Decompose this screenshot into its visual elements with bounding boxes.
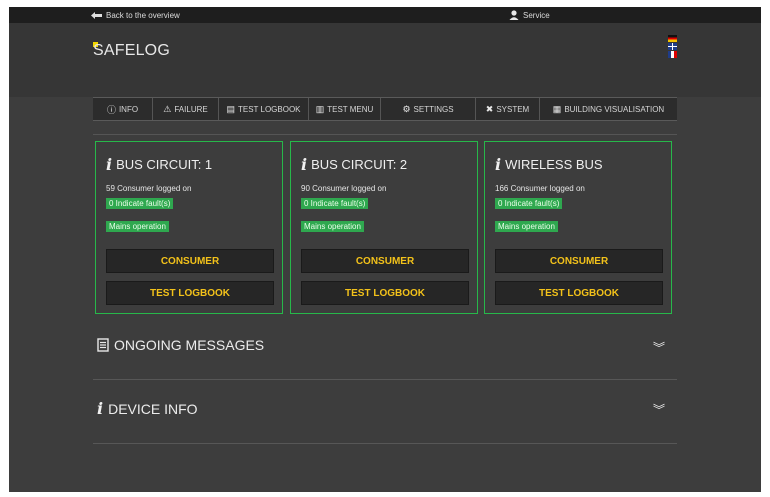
app-window: Back to the overview Service SAFELOG ⓘ I… — [9, 7, 761, 492]
tools-icon: ✖ — [485, 103, 494, 114]
flag-uk-icon[interactable] — [668, 43, 677, 50]
back-to-overview-label: Back to the overview — [106, 10, 180, 20]
consumer-count: 166 Consumer logged on — [495, 184, 585, 193]
building-icon: ▦ — [552, 103, 562, 114]
info-icon: i — [97, 399, 104, 418]
divider — [93, 134, 677, 135]
ongoing-messages-label: ONGOING MESSAGES — [114, 337, 265, 353]
language-selector — [668, 35, 677, 58]
section-title: ONGOING MESSAGES — [97, 337, 264, 353]
user-icon — [509, 10, 519, 20]
nav-failure-label: FAILURE — [174, 104, 208, 114]
divider — [93, 379, 677, 380]
ongoing-messages-section[interactable]: ONGOING MESSAGES ︾ — [93, 337, 677, 399]
nav-system-label: SYSTEM — [496, 104, 530, 114]
fault-badge: 0 Indicate fault(s) — [106, 198, 174, 209]
card-title: i WIRELESS BUS — [495, 155, 603, 174]
device-info-label: DEVICE INFO — [108, 400, 198, 417]
header — [9, 23, 761, 97]
nav-test-logbook[interactable]: ▤ TEST LOGBOOK — [219, 98, 309, 120]
consumer-count: 90 Consumer logged on — [301, 184, 387, 193]
back-to-overview-link[interactable]: Back to the overview — [91, 8, 180, 22]
safelog-logo: SAFELOG — [93, 42, 170, 59]
info-icon: i — [106, 155, 113, 174]
status-badge: Mains operation — [106, 221, 169, 232]
nav-test-logbook-label: TEST LOGBOOK — [237, 104, 301, 114]
fault-badge: 0 Indicate fault(s) — [301, 198, 369, 209]
main-nav: ⓘ INFO ⚠ FAILURE ▤ TEST LOGBOOK ▥ TEST M… — [93, 97, 677, 121]
info-icon: i — [495, 155, 502, 174]
nav-system[interactable]: ✖ SYSTEM — [476, 98, 540, 120]
card-title: i BUS CIRCUIT: 1 — [106, 155, 212, 174]
wireless-bus-card: i WIRELESS BUS 166 Consumer logged on 0 … — [484, 141, 672, 314]
test-logbook-button[interactable]: TEST LOGBOOK — [106, 281, 274, 305]
divider — [93, 443, 677, 444]
nav-settings-label: SETTINGS — [413, 104, 454, 114]
device-info-section[interactable]: i DEVICE INFO ︾ — [93, 399, 677, 461]
chevron-double-down-icon[interactable]: ︾ — [653, 339, 665, 356]
test-logbook-button[interactable]: TEST LOGBOOK — [495, 281, 663, 305]
nav-building-visualisation-label: BUILDING VISUALISATION — [564, 104, 665, 114]
chevron-double-down-icon[interactable]: ︾ — [653, 401, 665, 418]
fault-badge: 0 Indicate fault(s) — [495, 198, 563, 209]
warning-icon: ⚠ — [163, 103, 172, 114]
status-badge: Mains operation — [301, 221, 364, 232]
consumer-count: 59 Consumer logged on — [106, 184, 192, 193]
consumer-button[interactable]: CONSUMER — [301, 249, 469, 273]
top-bar: Back to the overview Service — [9, 7, 761, 23]
status-badge: Mains operation — [495, 221, 558, 232]
logbook-icon: ▤ — [226, 103, 235, 114]
info-circle-icon: ⓘ — [106, 104, 116, 115]
nav-test-menu-label: TEST MENU — [327, 104, 374, 114]
gear-icon: ⚙ — [402, 103, 411, 114]
nav-test-menu[interactable]: ▥ TEST MENU — [309, 98, 381, 120]
card-title: i BUS CIRCUIT: 2 — [301, 155, 407, 174]
flag-fr-icon[interactable] — [668, 51, 677, 58]
card-title-text: BUS CIRCUIT: 1 — [116, 157, 213, 172]
consumer-button[interactable]: CONSUMER — [495, 249, 663, 273]
arrow-left-icon — [91, 11, 102, 19]
bus-circuit-card: i BUS CIRCUIT: 2 90 Consumer logged on 0… — [290, 141, 478, 314]
consumer-button[interactable]: CONSUMER — [106, 249, 274, 273]
messages-icon — [97, 338, 109, 352]
test-menu-icon: ▥ — [315, 103, 325, 114]
flag-de-icon[interactable] — [668, 35, 677, 42]
service-link[interactable]: Service — [509, 8, 550, 22]
nav-failure[interactable]: ⚠ FAILURE — [153, 98, 219, 120]
info-icon: i — [301, 155, 308, 174]
nav-info-label: INFO — [118, 104, 139, 114]
nav-building-visualisation[interactable]: ▦ BUILDING VISUALISATION — [540, 98, 677, 120]
test-logbook-button[interactable]: TEST LOGBOOK — [301, 281, 469, 305]
service-label: Service — [523, 10, 550, 20]
bus-circuit-card: i BUS CIRCUIT: 1 59 Consumer logged on 0… — [95, 141, 283, 314]
nav-info[interactable]: ⓘ INFO — [93, 98, 153, 120]
card-title-text: WIRELESS BUS — [505, 157, 603, 172]
card-title-text: BUS CIRCUIT: 2 — [311, 157, 408, 172]
section-title: i DEVICE INFO — [97, 399, 198, 418]
nav-settings[interactable]: ⚙ SETTINGS — [381, 98, 476, 120]
